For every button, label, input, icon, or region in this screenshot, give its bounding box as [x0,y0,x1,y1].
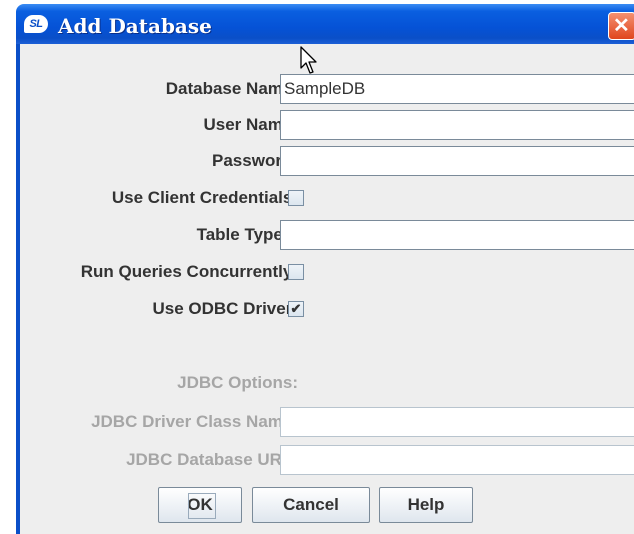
jdbc-database-url-label: JDBC Database URL: [126,450,298,469]
database-name-label: Database Name: [165,79,298,98]
table-types-field[interactable] [280,220,634,250]
title-bar[interactable]: SL Add Database ✕ [16,4,634,44]
cancel-button[interactable]: Cancel [252,487,370,523]
help-button[interactable]: Help [379,487,473,523]
app-icon: SL [24,15,48,33]
run-queries-concurrently-label: Run Queries Concurrently: [80,262,298,281]
database-name-field[interactable]: SampleDB [280,74,634,104]
ok-button[interactable]: OK [158,487,242,523]
jdbc-database-url-field [280,445,634,475]
focus-ring [188,493,216,519]
password-field[interactable] [280,146,634,176]
user-name-field[interactable] [280,110,634,140]
checkmark-icon: ✔ [290,301,302,316]
jdbc-driver-class-name-field [280,407,634,437]
mouse-cursor-icon [300,46,317,74]
jdbc-driver-class-name-label: JDBC Driver Class Name: [91,412,298,431]
dialog-title: Add Database [58,14,212,38]
close-icon: ✕ [613,15,630,37]
close-button[interactable]: ✕ [608,12,634,40]
jdbc-options-label: JDBC Options: [177,373,298,392]
run-queries-concurrently-checkbox[interactable] [288,264,304,280]
use-odbc-driver-checkbox[interactable]: ✔ [288,301,304,317]
dialog-content: Database Name: SampleDB User Name: Passw… [20,44,634,534]
use-client-credentials-label: Use Client Credentials: [111,188,298,207]
use-client-credentials-checkbox[interactable] [288,190,304,206]
add-database-dialog: SL Add Database ✕ Database Name: SampleD… [0,0,634,534]
use-odbc-driver-label: Use ODBC Driver: [152,299,299,318]
